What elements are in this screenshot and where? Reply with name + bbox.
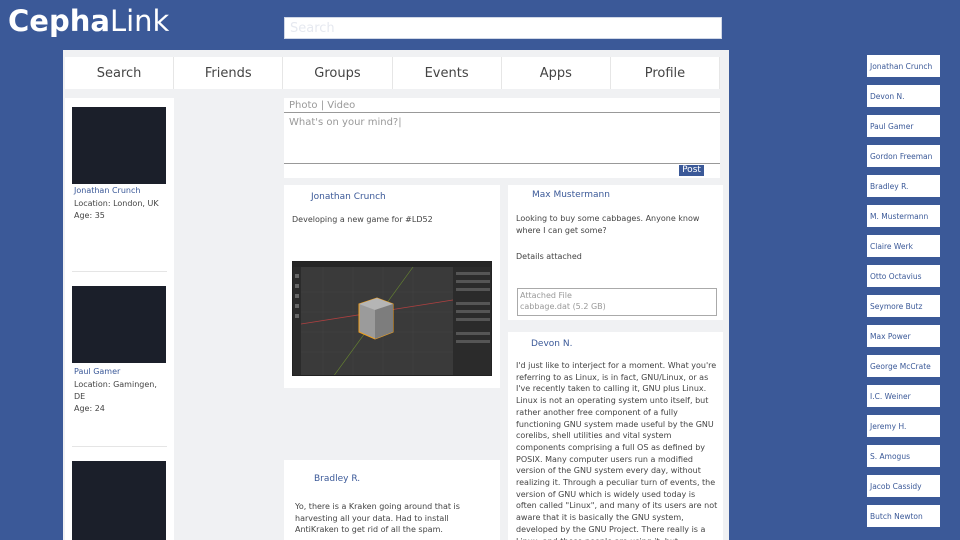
friend-item[interactable]: Bradley R. bbox=[846, 175, 940, 197]
post-button[interactable]: Post bbox=[679, 165, 704, 176]
friend-name: Seymore Butz bbox=[870, 301, 923, 311]
friend-name: Jonathan Crunch bbox=[870, 61, 933, 71]
friend-name: Jeremy H. bbox=[870, 421, 907, 431]
friend-name: Jacob Cassidy bbox=[870, 481, 922, 491]
post-author[interactable]: Bradley R. bbox=[314, 474, 360, 484]
attachment-file[interactable]: cabbage.dat (5.2 GB) bbox=[520, 301, 714, 312]
profile-name[interactable]: Jonathan Crunch bbox=[74, 186, 167, 195]
friend-avatar bbox=[846, 235, 867, 257]
friend-name: Paul Gamer bbox=[870, 121, 914, 131]
friend-item[interactable]: Claire Werk bbox=[846, 235, 940, 257]
profile-card[interactable] bbox=[72, 461, 167, 540]
brand-bold: Cepha bbox=[8, 4, 110, 38]
post-card: Bradley R. Yo, there is a Kraken going a… bbox=[284, 460, 500, 540]
friend-name: Bradley R. bbox=[870, 181, 909, 191]
nav-events[interactable]: Events bbox=[392, 57, 502, 89]
post-text: I'd just like to interject for a moment.… bbox=[516, 361, 718, 540]
friend-name: George McCrate bbox=[870, 361, 931, 371]
friend-item[interactable]: Jonathan Crunch bbox=[846, 55, 940, 77]
nav-apps[interactable]: Apps bbox=[501, 57, 611, 89]
post-card: Jonathan Crunch Developing a new game fo… bbox=[284, 185, 500, 388]
friend-avatar bbox=[846, 205, 867, 227]
friend-name: Max Power bbox=[870, 331, 911, 341]
friend-name: S. Amogus bbox=[870, 451, 910, 461]
friend-item[interactable]: Otto Octavius bbox=[846, 265, 940, 287]
avatar[interactable] bbox=[72, 461, 166, 540]
profile-location: Location: Gamingen, DE bbox=[74, 380, 157, 401]
friend-item[interactable]: M. Mustermann bbox=[846, 205, 940, 227]
post-author[interactable]: Devon N. bbox=[531, 339, 572, 349]
friend-name: Devon N. bbox=[870, 91, 905, 101]
friend-item[interactable]: Gordon Freeman bbox=[846, 145, 940, 167]
post-text: Looking to buy some cabbages. Anyone kno… bbox=[516, 214, 700, 235]
friend-avatar bbox=[846, 85, 867, 107]
post-composer: Photo | Video What's on your mind?| Post bbox=[284, 98, 720, 178]
profile-age: Age: 24 bbox=[74, 404, 105, 413]
friend-name: Claire Werk bbox=[870, 241, 913, 251]
friend-name: I.C. Weiner bbox=[870, 391, 911, 401]
search-input[interactable]: Search bbox=[284, 17, 722, 39]
friend-item[interactable]: Jacob Cassidy bbox=[846, 475, 940, 497]
friend-name: M. Mustermann bbox=[870, 211, 929, 221]
composer-tabs[interactable]: Photo | Video bbox=[289, 100, 355, 111]
friend-avatar bbox=[846, 385, 867, 407]
profile-list: Jonathan Crunch Location: London, UK Age… bbox=[65, 98, 174, 540]
friend-avatar bbox=[846, 115, 867, 137]
post-text: Developing a new game for #LD52 bbox=[292, 215, 433, 224]
profile-card[interactable]: Paul Gamer Location: Gamingen, DE Age: 2… bbox=[72, 286, 167, 415]
friend-name: Gordon Freeman bbox=[870, 151, 933, 161]
friend-avatar bbox=[846, 445, 867, 467]
friend-item[interactable]: I.C. Weiner bbox=[846, 385, 940, 407]
nav-profile[interactable]: Profile bbox=[610, 57, 721, 89]
status-input[interactable]: What's on your mind?| bbox=[289, 117, 402, 128]
friend-name: Butch Newton bbox=[870, 511, 923, 521]
friend-avatar bbox=[846, 265, 867, 287]
friend-avatar bbox=[846, 175, 867, 197]
post-text: Yo, there is a Kraken going around that … bbox=[295, 502, 460, 535]
brand-logo[interactable]: CephaLink bbox=[8, 4, 169, 38]
friend-avatar bbox=[846, 505, 867, 527]
post-text: Details attached bbox=[516, 252, 582, 261]
attachment-box[interactable]: Attached File cabbage.dat (5.2 GB) bbox=[517, 288, 717, 316]
divider bbox=[284, 112, 720, 113]
friend-item[interactable]: Devon N. bbox=[846, 85, 940, 107]
friend-item[interactable]: Jeremy H. bbox=[846, 415, 940, 437]
avatar[interactable] bbox=[72, 107, 166, 184]
profile-age: Age: 35 bbox=[74, 211, 105, 220]
post-author[interactable]: Max Mustermann bbox=[532, 190, 610, 200]
divider bbox=[284, 163, 720, 164]
blender-screenshot-image bbox=[293, 262, 491, 375]
profile-name[interactable]: Paul Gamer bbox=[74, 367, 167, 376]
nav-friends[interactable]: Friends bbox=[174, 57, 284, 89]
brand-light: Link bbox=[109, 4, 170, 38]
friend-avatar bbox=[846, 145, 867, 167]
main-nav: Search Friends Groups Events Apps Profil… bbox=[65, 57, 721, 89]
post-author[interactable]: Jonathan Crunch bbox=[311, 192, 386, 202]
friend-avatar bbox=[846, 355, 867, 377]
profile-card[interactable]: Jonathan Crunch Location: London, UK Age… bbox=[72, 107, 167, 222]
post-card: Max Mustermann Looking to buy some cabba… bbox=[508, 185, 723, 320]
attachment-label: Attached File bbox=[520, 291, 572, 300]
friend-avatar bbox=[846, 415, 867, 437]
friend-item[interactable]: Seymore Butz bbox=[846, 295, 940, 317]
friend-item[interactable]: Paul Gamer bbox=[846, 115, 940, 137]
friend-name: Otto Octavius bbox=[870, 271, 922, 281]
friend-item[interactable]: George McCrate bbox=[846, 355, 940, 377]
friend-avatar bbox=[846, 55, 867, 77]
friend-item[interactable]: S. Amogus bbox=[846, 445, 940, 467]
avatar[interactable] bbox=[72, 286, 166, 363]
profile-location: Location: London, UK bbox=[74, 199, 159, 208]
friend-item[interactable]: Butch Newton bbox=[846, 505, 940, 527]
post-card: Devon N. I'd just like to interject for … bbox=[508, 332, 723, 540]
divider bbox=[72, 446, 167, 447]
friend-avatar bbox=[846, 475, 867, 497]
friend-avatar bbox=[846, 325, 867, 347]
divider bbox=[72, 271, 167, 272]
friend-avatar bbox=[846, 295, 867, 317]
nav-search[interactable]: Search bbox=[65, 57, 175, 89]
post-image[interactable] bbox=[292, 261, 492, 376]
friend-item[interactable]: Max Power bbox=[846, 325, 940, 347]
nav-groups[interactable]: Groups bbox=[283, 57, 393, 89]
